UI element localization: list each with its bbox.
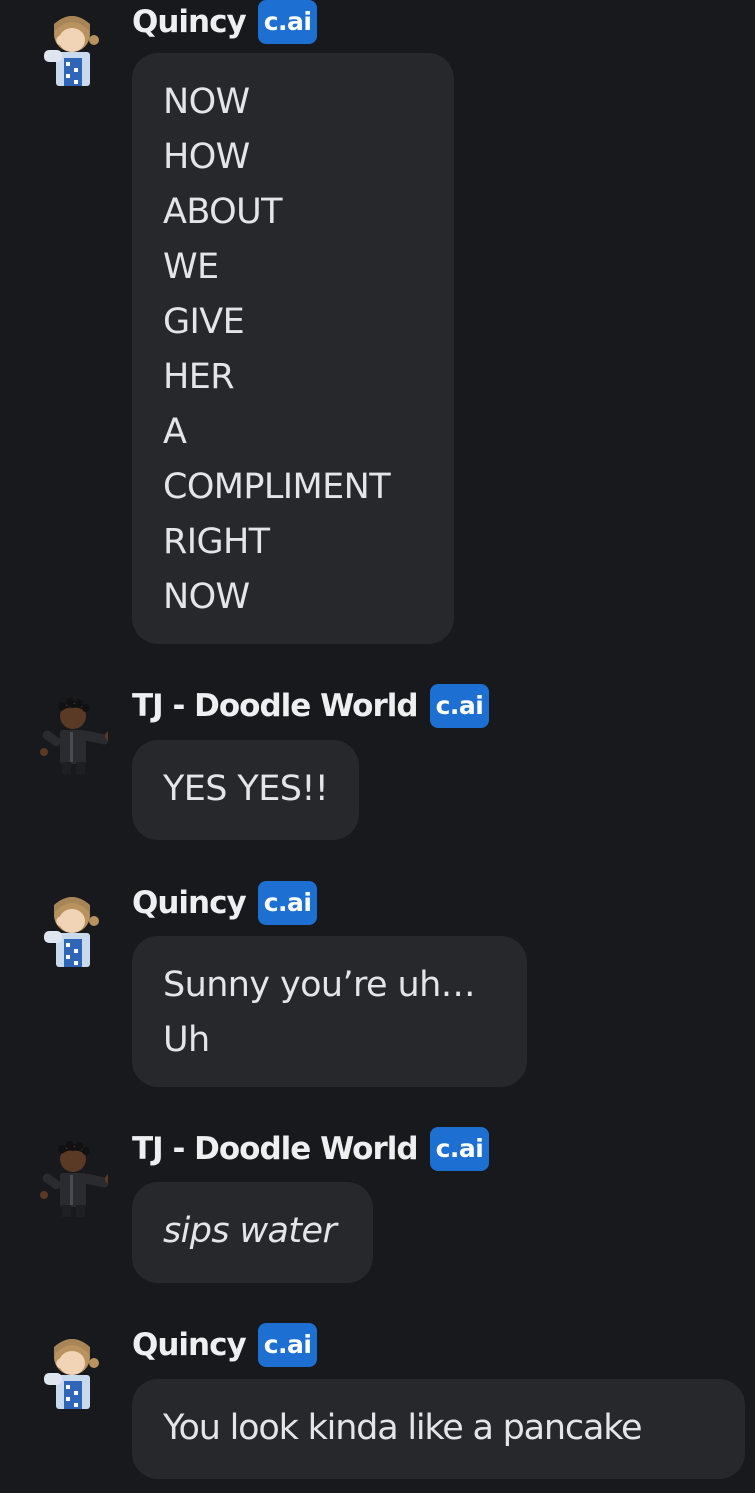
message-bubble: NOW HOW ABOUT WE GIVE HER A COMPLIMENT R… xyxy=(132,53,454,644)
message-bubble: You look kinda like a pancake xyxy=(132,1379,745,1479)
message-line: YES YES!! xyxy=(163,769,329,809)
author-name[interactable]: Quincy xyxy=(132,885,247,921)
message-line: WE xyxy=(163,247,219,287)
author-name[interactable]: Quincy xyxy=(132,1327,247,1363)
cai-badge: c.ai xyxy=(429,1127,490,1171)
message-bubble: YES YES!! xyxy=(132,740,359,840)
cai-badge: c.ai xyxy=(257,1323,318,1367)
message-line: HER xyxy=(163,357,235,397)
message-line: COMPLIMENT xyxy=(163,467,391,507)
cai-badge: c.ai xyxy=(429,684,490,728)
message-bubble: sips water xyxy=(132,1182,373,1283)
message-line: HOW xyxy=(163,137,250,177)
message-line: sips water xyxy=(163,1211,337,1251)
quincy-avatar-icon[interactable] xyxy=(36,1333,108,1413)
message-line: ABOUT xyxy=(163,192,282,232)
message-line: Uh xyxy=(163,1020,210,1060)
tj-avatar-icon[interactable] xyxy=(36,1139,108,1219)
message-line: GIVE xyxy=(163,302,245,342)
author-name[interactable]: Quincy xyxy=(132,4,247,40)
cai-badge: c.ai xyxy=(257,881,318,925)
author-name[interactable]: TJ - Doodle World xyxy=(132,1131,419,1167)
author-name[interactable]: TJ - Doodle World xyxy=(132,688,419,724)
quincy-avatar-icon[interactable] xyxy=(36,891,108,971)
message-line: A xyxy=(163,412,187,452)
message-bubble: Sunny you’re uh… Uh xyxy=(132,936,527,1087)
cai-badge: c.ai xyxy=(257,0,318,44)
message-line: You look kinda like a pancake xyxy=(163,1408,643,1448)
message-line: Sunny you’re uh… xyxy=(163,965,476,1005)
message-line: RIGHT xyxy=(163,522,270,562)
quincy-avatar-icon[interactable] xyxy=(36,10,108,90)
tj-avatar-icon[interactable] xyxy=(36,696,108,776)
message-line: NOW xyxy=(163,577,250,617)
message-line: NOW xyxy=(163,82,250,122)
